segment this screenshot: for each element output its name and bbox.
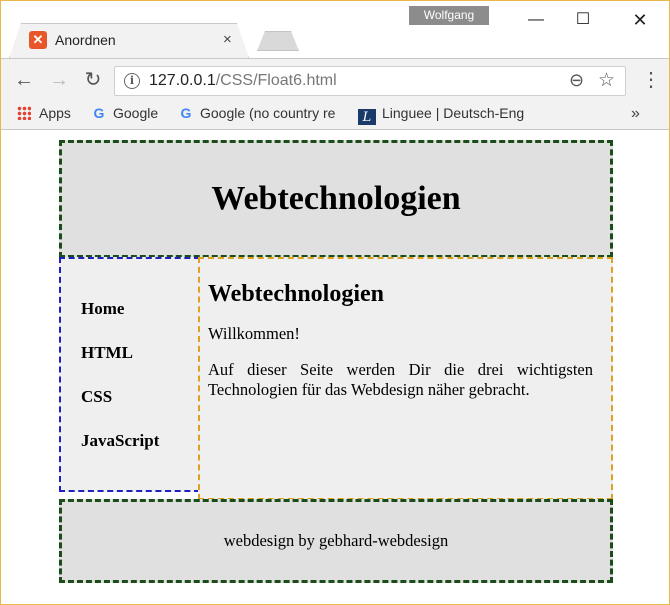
- bookmark-google-no-country[interactable]: G Google (no country re: [178, 105, 348, 125]
- title-bar: Wolfgang — ☐ ✕ ✕ Anordnen ×: [1, 1, 669, 58]
- google-icon: G: [180, 105, 192, 121]
- url-path: /CSS/Float6.html: [215, 72, 337, 89]
- profile-badge[interactable]: Wolfgang: [409, 6, 489, 25]
- site-title: Webtechnologien: [211, 180, 461, 217]
- bookmark-google-no-country-label: Google (no country re: [200, 105, 336, 121]
- linguee-icon: L: [358, 109, 376, 125]
- tab-close-icon[interactable]: ×: [223, 31, 232, 48]
- xampp-icon: ✕: [29, 31, 47, 49]
- page-viewport: Webtechnologien Home HTML CSS JavaScript…: [1, 131, 669, 604]
- welcome-text: Willkommen!: [208, 324, 300, 343]
- google-icon: G: [93, 105, 105, 121]
- footer-text: webdesign by gebhard-webdesign: [223, 531, 449, 550]
- browser-window: Wolfgang — ☐ ✕ ✕ Anordnen × ← → ↻ i 127.…: [0, 0, 670, 605]
- info-icon[interactable]: i: [124, 73, 140, 89]
- site-container: Webtechnologien Home HTML CSS JavaScript…: [59, 140, 613, 583]
- site-main: Webtechnologien Willkommen! Auf dieser S…: [198, 257, 613, 500]
- browser-toolbar: ← → ↻ i 127.0.0.1/CSS/Float6.html ⊖ ☆ ⋮: [1, 58, 669, 100]
- close-window-button[interactable]: ✕: [617, 7, 663, 33]
- forward-icon[interactable]: →: [46, 67, 72, 93]
- maximize-button[interactable]: ☐: [560, 7, 606, 33]
- intro-paragraph: Auf dieser Seite werden Dir die drei wic…: [208, 360, 593, 399]
- bookmark-google-label: Google: [113, 105, 159, 121]
- main-heading: Webtechnologien: [208, 281, 385, 307]
- bookmark-apps[interactable]: Apps: [17, 105, 71, 125]
- tab-title: Anordnen: [55, 32, 116, 48]
- bookmarks-bar: Apps G Google G Google (no country re L Lin…: [1, 100, 669, 130]
- reload-icon[interactable]: ↻: [80, 67, 106, 93]
- bookmark-google[interactable]: G Google: [91, 105, 159, 125]
- site-footer: webdesign by gebhard-webdesign: [59, 499, 613, 583]
- zoom-icon[interactable]: ⊖: [569, 70, 584, 91]
- bookmark-star-icon[interactable]: ☆: [598, 69, 615, 92]
- address-bar[interactable]: i 127.0.0.1/CSS/Float6.html ⊖ ☆: [114, 66, 626, 96]
- nav-link-home[interactable]: Home: [81, 287, 198, 331]
- site-header: Webtechnologien: [59, 140, 613, 258]
- url-text[interactable]: 127.0.0.1/CSS/Float6.html: [149, 72, 337, 90]
- bookmark-apps-label: Apps: [39, 105, 71, 121]
- new-tab-button[interactable]: [257, 31, 299, 51]
- apps-grid-icon: [17, 106, 31, 120]
- url-host: 127.0.0.1: [149, 72, 216, 89]
- nav-link-html[interactable]: HTML: [81, 331, 198, 375]
- bookmarks-overflow-icon[interactable]: »: [631, 105, 640, 125]
- menu-icon[interactable]: ⋮: [641, 67, 661, 93]
- bookmark-linguee[interactable]: L Linguee | Deutsch-Eng: [358, 105, 526, 125]
- nav-link-javascript[interactable]: JavaScript: [81, 419, 198, 463]
- back-icon[interactable]: ←: [11, 67, 37, 93]
- nav-link-css[interactable]: CSS: [81, 375, 198, 419]
- minimize-button[interactable]: —: [513, 7, 559, 33]
- bookmark-linguee-label: Linguee | Deutsch-Eng: [382, 105, 525, 121]
- site-nav: Home HTML CSS JavaScript: [59, 257, 200, 492]
